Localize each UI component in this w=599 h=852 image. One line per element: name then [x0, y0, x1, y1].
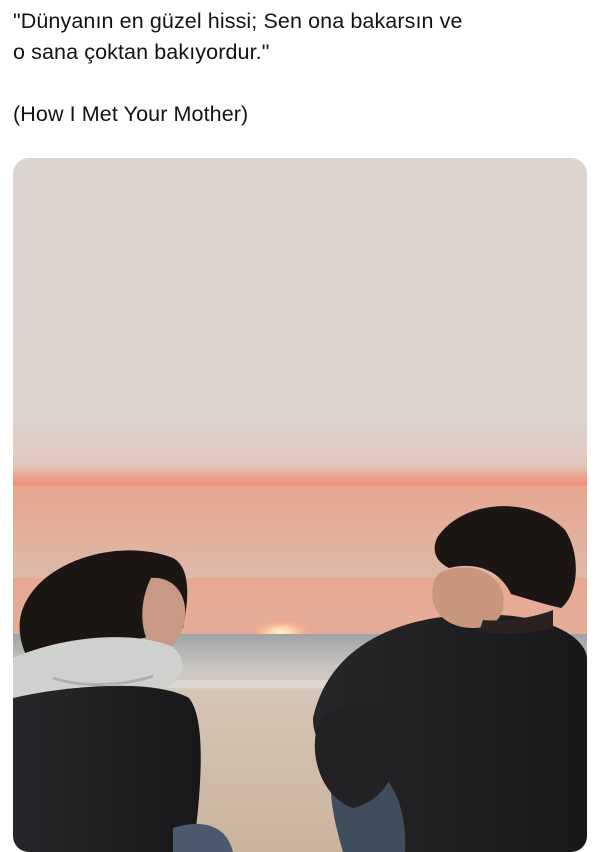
tweet-quote-line-2: o sana çoktan bakıyordur." — [13, 40, 270, 64]
tweet-source: (How I Met Your Mother) — [13, 102, 249, 126]
tweet-photo[interactable] — [13, 158, 587, 852]
photo-couple-beach-sunset — [13, 158, 587, 852]
tweet-quote-line-1: "Dünyanın en güzel hissi; Sen ona bakars… — [13, 9, 463, 33]
tweet-text: "Dünyanın en güzel hissi; Sen ona bakars… — [13, 6, 589, 130]
